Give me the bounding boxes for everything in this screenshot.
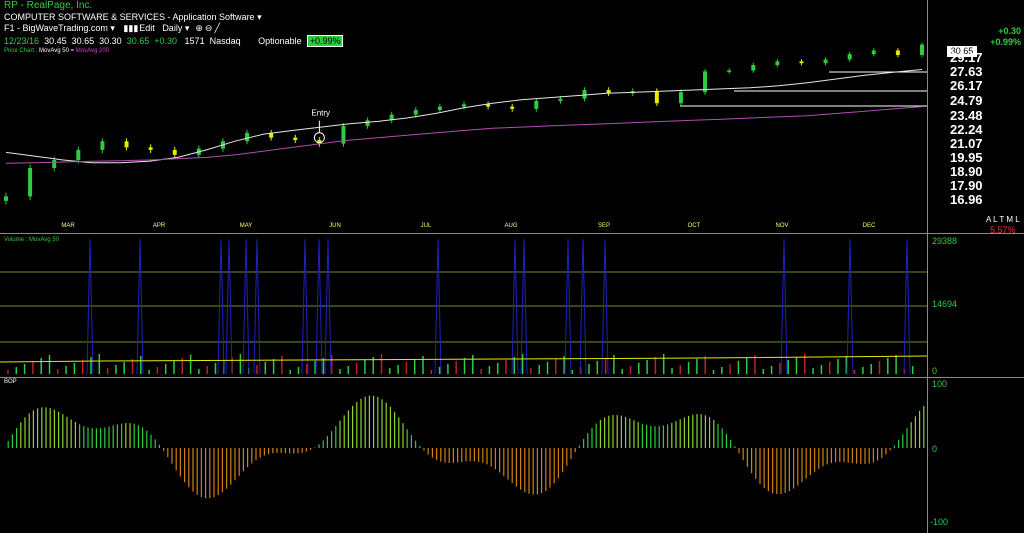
- month-tick-label: APR: [153, 223, 166, 229]
- bop-chart: [7, 395, 925, 499]
- price-tick-label: 17.90: [950, 178, 983, 193]
- month-tick-label: MAR: [61, 223, 75, 229]
- price-axis: 29.17 27.63 26.17 24.79 23.48 22.24 21.07 19.95…: [950, 0, 1024, 230]
- candle-body: [823, 59, 828, 64]
- candle-body: [148, 147, 153, 150]
- month-tick-label: JUN: [329, 223, 341, 229]
- bop-tick-zero: 0: [932, 444, 938, 454]
- alert-label: A L T M L: [986, 215, 1020, 224]
- bop-tick-min: -100: [930, 517, 949, 527]
- ma50-line: [5, 69, 923, 164]
- price-chart: MAR APR MAY JUN JUL AUG SEP OCT NOV DEC Entry: [4, 42, 927, 229]
- candle-body: [28, 168, 33, 197]
- candle-body: [895, 50, 900, 55]
- candle-body: [172, 149, 177, 155]
- bop-tick-max: 100: [932, 379, 948, 389]
- candle-body: [799, 61, 804, 64]
- candle-body: [293, 137, 298, 141]
- volume-tick-mid: 14694: [932, 299, 958, 309]
- candle-body: [871, 50, 876, 55]
- price-tick-label: 21.07: [950, 136, 983, 151]
- candle-body: [582, 90, 587, 99]
- entry-label: Entry: [311, 109, 330, 118]
- candle-body: [124, 141, 129, 148]
- candle-body: [413, 110, 418, 115]
- candle-body: [4, 196, 8, 201]
- axis-divider: [927, 0, 928, 533]
- candle-body: [654, 91, 659, 104]
- candle-body: [462, 104, 466, 107]
- price-tick-label: 16.96: [950, 192, 983, 207]
- month-tick-label: NOV: [775, 223, 788, 229]
- candle-body: [727, 70, 732, 72]
- month-tick-label: DEC: [863, 223, 876, 229]
- price-tick-label: 26.17: [950, 78, 983, 93]
- candle-body: [52, 160, 57, 168]
- candle-body: [534, 100, 539, 109]
- month-tick-label: JUL: [421, 223, 432, 229]
- candle-body: [365, 120, 370, 126]
- price-tick-label: 22.24: [950, 122, 983, 137]
- candle-body: [510, 106, 515, 109]
- month-tick-label: AUG: [504, 223, 517, 229]
- price-tick-label: 23.48: [950, 108, 983, 123]
- price-tick-label: 19.95: [950, 150, 983, 165]
- candle-body: [775, 61, 780, 65]
- candle-body: [245, 132, 250, 142]
- candle-body: [847, 54, 852, 60]
- candle-body: [678, 92, 683, 104]
- price-tick-label: 24.79: [950, 93, 983, 108]
- volume-tick-max: 29388: [932, 236, 958, 246]
- candle-body: [558, 98, 563, 101]
- candle-body: [100, 141, 105, 150]
- candle-body: [751, 65, 756, 71]
- candle-body: [437, 106, 442, 111]
- volume-chart: [0, 238, 927, 375]
- month-tick-label: OCT: [688, 223, 701, 229]
- month-tick-label: MAY: [240, 223, 253, 229]
- price-tick-label: 29.17: [950, 50, 983, 65]
- candle-body: [920, 44, 924, 55]
- candle-body: [486, 104, 491, 107]
- price-tick-label: 18.90: [950, 164, 983, 179]
- ma200-line: [5, 106, 923, 164]
- month-tick-label: SEP: [598, 223, 610, 229]
- price-tick-label: 27.63: [950, 64, 983, 79]
- candle-body: [76, 149, 81, 160]
- volume-tick-zero: 0: [932, 366, 938, 376]
